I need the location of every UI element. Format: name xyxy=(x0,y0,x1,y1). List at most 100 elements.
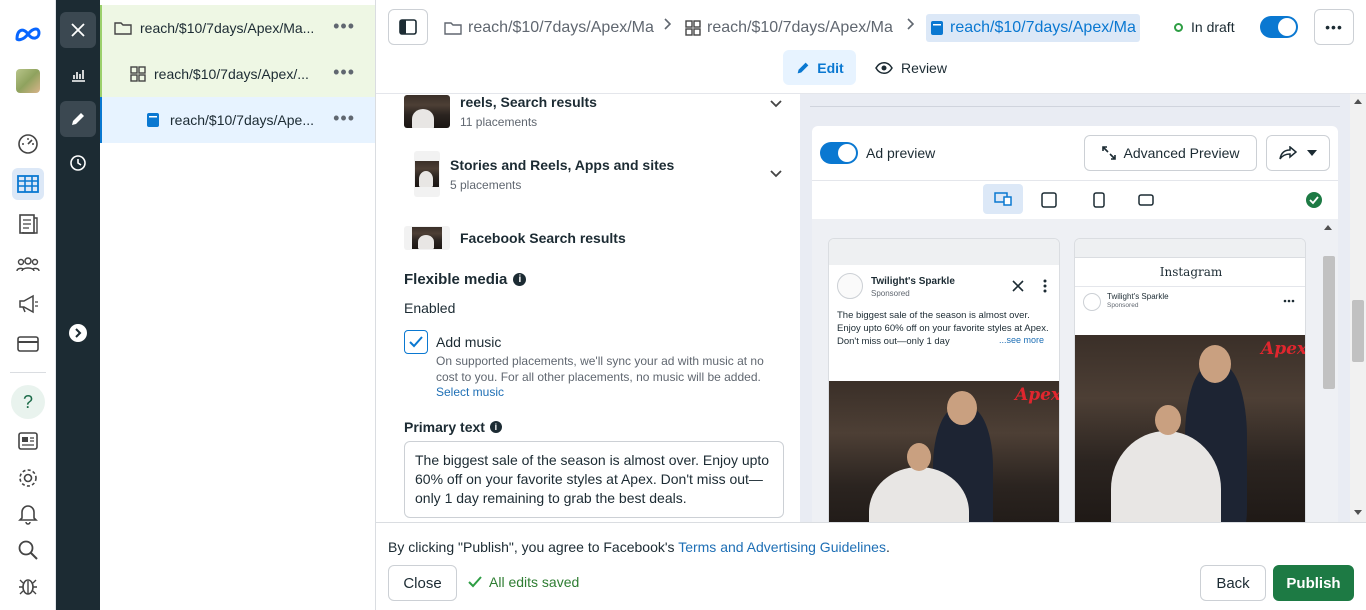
tab-label: Edit xyxy=(817,59,844,76)
tab-edit[interactable]: Edit xyxy=(783,50,856,85)
placement-group[interactable]: reels, Search results 11 placements xyxy=(404,94,597,129)
placement-title: Facebook Search results xyxy=(460,230,626,246)
billing-card-icon[interactable] xyxy=(12,328,44,360)
close-icon xyxy=(1012,280,1024,292)
see-more-link: ...see more xyxy=(997,335,1045,345)
breadcrumb-ad[interactable]: reach/$10/7days/Apex/Ma xyxy=(926,14,1140,42)
flexible-media-heading: Flexible media i xyxy=(404,271,527,288)
info-icon[interactable]: i xyxy=(489,421,502,433)
eye-icon xyxy=(875,61,893,74)
sponsored-label: Sponsored xyxy=(1107,302,1139,309)
placement-thumbnail xyxy=(414,151,440,197)
section-title: Flexible media xyxy=(404,271,508,288)
terms-suffix: . xyxy=(885,539,890,555)
breadcrumb-adset[interactable]: reach/$10/7days/Apex/Ma xyxy=(685,14,893,42)
more-options-button[interactable]: ••• xyxy=(333,109,355,127)
sidebar-toggle-button[interactable] xyxy=(388,9,428,45)
back-button[interactable]: Back xyxy=(1200,565,1266,601)
page-name: Twilight's Sparkle xyxy=(1107,292,1169,301)
account-avatar[interactable] xyxy=(12,65,44,97)
expand-chevron-icon[interactable] xyxy=(60,315,96,351)
scroll-up-icon[interactable] xyxy=(1354,98,1362,104)
landscape-format-button[interactable] xyxy=(1138,194,1154,206)
square-format-button[interactable] xyxy=(1041,192,1057,208)
status-label: In draft xyxy=(1191,19,1235,35)
page-avatar xyxy=(1083,293,1101,311)
search-icon[interactable] xyxy=(12,534,44,566)
publish-button[interactable]: Publish xyxy=(1273,565,1354,601)
reporting-chart-icon[interactable] xyxy=(60,57,96,93)
ad-creative-image: Apex xyxy=(1075,335,1306,522)
edit-pencil-icon xyxy=(797,62,809,73)
more-options-button[interactable]: ••• xyxy=(333,63,355,81)
history-clock-icon[interactable] xyxy=(60,145,96,181)
chevron-right-icon xyxy=(906,18,914,30)
tree-item-label: reach/$10/7days/Apex/... xyxy=(154,66,309,82)
ad-preview-toggle[interactable] xyxy=(820,142,858,164)
dashboard-icon[interactable] xyxy=(12,128,44,160)
brand-logo-text: Apex xyxy=(1261,339,1306,359)
vertical-format-button[interactable] xyxy=(1093,192,1105,208)
folder-icon xyxy=(114,21,132,35)
settings-icon[interactable] xyxy=(12,462,44,494)
scrollbar-thumb[interactable] xyxy=(1352,300,1364,362)
add-music-description: On supported placements, we'll sync your… xyxy=(436,354,764,384)
chevron-down-icon[interactable] xyxy=(770,100,782,108)
placement-title: Stories and Reels, Apps and sites xyxy=(450,156,675,173)
add-music-checkbox[interactable] xyxy=(404,330,428,354)
more-options-button[interactable]: ••• xyxy=(333,17,355,35)
bug-report-icon[interactable] xyxy=(12,570,44,602)
ad-creative-image: Apex xyxy=(829,381,1059,522)
scroll-up-icon[interactable] xyxy=(1324,224,1332,230)
check-circle-icon xyxy=(1306,192,1322,208)
campaigns-table-icon[interactable] xyxy=(12,168,44,200)
placement-group[interactable]: Facebook Search results xyxy=(404,226,626,250)
help-glyph: ? xyxy=(22,391,33,412)
ad-icon xyxy=(146,112,160,128)
edit-pencil-icon[interactable] xyxy=(60,101,96,137)
placement-title: reels, Search results xyxy=(460,94,597,110)
folder-icon xyxy=(444,22,462,35)
ad-preview-label: Ad preview xyxy=(866,145,936,161)
facebook-feed-preview: Twilight's Sparkle Sponsored The biggest… xyxy=(828,238,1060,522)
ads-megaphone-icon[interactable] xyxy=(12,288,44,320)
placement-thumbnail xyxy=(404,95,450,128)
square-icon xyxy=(1041,192,1057,208)
more-options-button[interactable]: ••• xyxy=(1314,9,1354,45)
close-button[interactable]: Close xyxy=(388,565,457,601)
more-vertical-icon xyxy=(1043,279,1047,293)
tab-label: Review xyxy=(901,59,947,76)
breadcrumb-campaign[interactable]: reach/$10/7days/Apex/Ma xyxy=(444,14,654,42)
scrollbar-thumb[interactable] xyxy=(1323,256,1335,389)
notifications-icon[interactable] xyxy=(12,498,44,530)
tree-item-campaign[interactable]: reach/$10/7days/Apex/Ma... ••• xyxy=(100,5,375,51)
audiences-icon[interactable] xyxy=(12,248,44,280)
info-icon[interactable]: i xyxy=(513,273,527,286)
news-icon[interactable] xyxy=(12,425,44,457)
placement-group[interactable]: Stories and Reels, Apps and sites 5 plac… xyxy=(404,151,674,197)
terms-link[interactable]: Terms and Advertising Guidelines xyxy=(678,539,886,555)
share-dropdown-button[interactable] xyxy=(1266,135,1330,171)
chevron-down-icon[interactable] xyxy=(770,170,782,178)
pages-icon[interactable] xyxy=(12,208,44,240)
select-music-link[interactable]: Select music xyxy=(436,385,504,399)
tree-item-ad[interactable]: reach/$10/7days/Ape... ••• xyxy=(100,97,375,143)
ad-editor-panel: reels, Search results 11 placements Stor… xyxy=(376,94,799,522)
close-icon[interactable] xyxy=(60,12,96,48)
meta-logo-icon[interactable] xyxy=(12,18,44,50)
ad-preview-card: Ad preview Advanced Preview Twilight's S… xyxy=(812,126,1338,522)
tab-review[interactable]: Review xyxy=(866,50,956,85)
help-icon[interactable]: ? xyxy=(11,385,45,419)
chevron-down-icon xyxy=(1307,150,1317,156)
device-desktop-mobile-button[interactable] xyxy=(983,184,1023,214)
breadcrumb-label: reach/$10/7days/Apex/Ma xyxy=(950,19,1136,36)
scroll-down-icon[interactable] xyxy=(1354,510,1362,516)
responsive-icon xyxy=(994,192,1012,206)
tree-item-adset[interactable]: reach/$10/7days/Apex/... ••• xyxy=(100,51,375,97)
top-bar: reach/$10/7days/Apex/Ma reach/$10/7days/… xyxy=(376,0,1366,94)
campaign-on-off-toggle[interactable] xyxy=(1260,16,1298,38)
button-label: Back xyxy=(1216,574,1250,592)
primary-text-input[interactable]: The biggest sale of the season is almost… xyxy=(404,441,784,518)
advanced-preview-button[interactable]: Advanced Preview xyxy=(1084,135,1257,171)
breadcrumb-label: reach/$10/7days/Apex/Ma xyxy=(468,19,654,36)
